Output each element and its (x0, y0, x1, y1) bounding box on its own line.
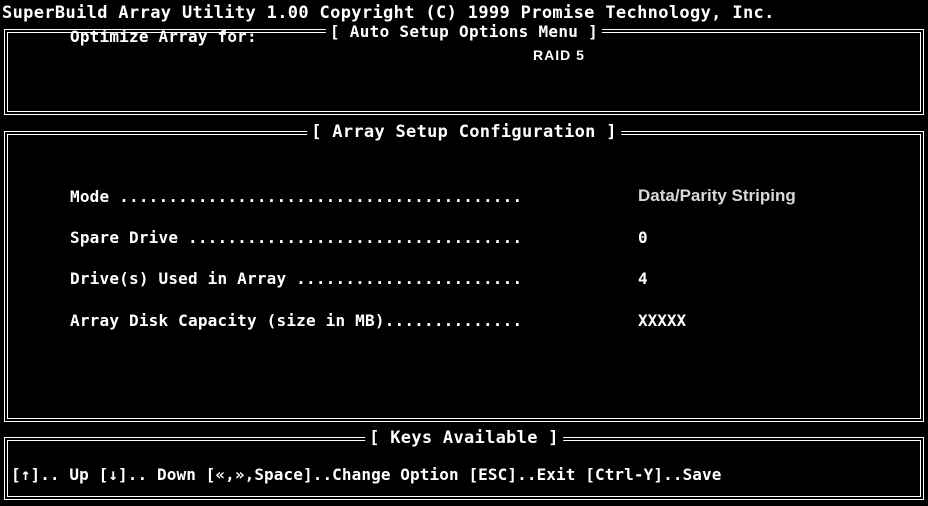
auto-setup-options-heading: [ Auto Setup Options Menu ] (325, 22, 603, 41)
keys-available-heading: [ Keys Available ] (365, 428, 563, 448)
keys-available-panel: [ Keys Available ] [↑].. Up [↓].. Down [… (4, 428, 924, 500)
spare-drive-label: Spare Drive ............................… (70, 228, 523, 247)
array-setup-configuration-panel: [ Array Setup Configuration ] Mode .....… (4, 122, 924, 422)
array-setup-configuration-heading: [ Array Setup Configuration ] (307, 122, 621, 142)
app-title: SuperBuild Array Utility 1.00 Copyright … (2, 3, 775, 23)
auto-setup-options-panel: [ Auto Setup Options Menu ] Optimize Arr… (4, 22, 924, 115)
optimize-array-value[interactable]: RAID 5 (533, 47, 585, 63)
drives-used-value: 4 (638, 269, 648, 288)
array-capacity-value: XXXXX (638, 311, 687, 330)
array-capacity-label: Array Disk Capacity (size in MB)........… (70, 311, 523, 330)
key-legend: [↑].. Up [↓].. Down [«,»,Space]..Change … (11, 465, 722, 484)
mode-value: Data/Parity Striping (638, 186, 796, 205)
spare-drive-value: 0 (638, 228, 648, 247)
optimize-array-label: Optimize Array for: (70, 27, 257, 46)
drives-used-label: Drive(s) Used in Array .................… (70, 269, 523, 288)
mode-label: Mode ...................................… (70, 187, 523, 206)
